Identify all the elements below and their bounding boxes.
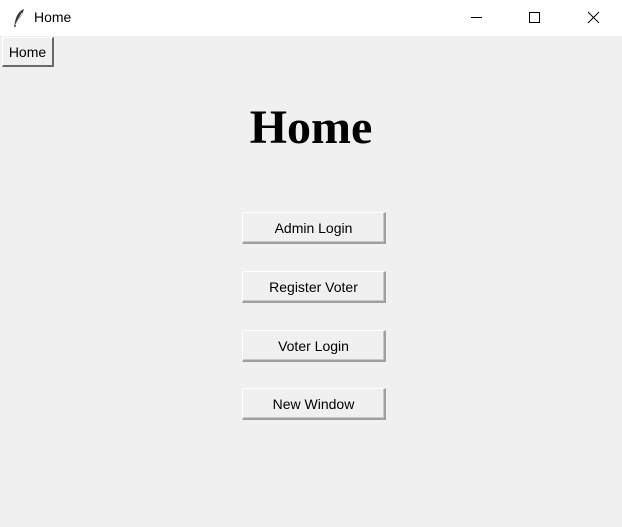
voter-login-button[interactable]: Voter Login — [242, 330, 386, 362]
close-button[interactable] — [566, 0, 622, 36]
home-menu-button[interactable]: Home — [2, 37, 54, 67]
minimize-button[interactable] — [449, 0, 505, 36]
register-voter-button[interactable]: Register Voter — [242, 271, 386, 303]
close-icon — [587, 11, 600, 24]
window-title: Home — [34, 9, 72, 25]
admin-login-button[interactable]: Admin Login — [242, 212, 386, 244]
minimize-icon — [471, 17, 482, 18]
new-window-button[interactable]: New Window — [242, 388, 386, 420]
title-bar[interactable]: Home — [0, 0, 622, 36]
maximize-icon — [529, 12, 540, 23]
maximize-button[interactable] — [507, 0, 563, 36]
page-title: Home — [249, 101, 373, 154]
feather-icon — [11, 8, 27, 28]
